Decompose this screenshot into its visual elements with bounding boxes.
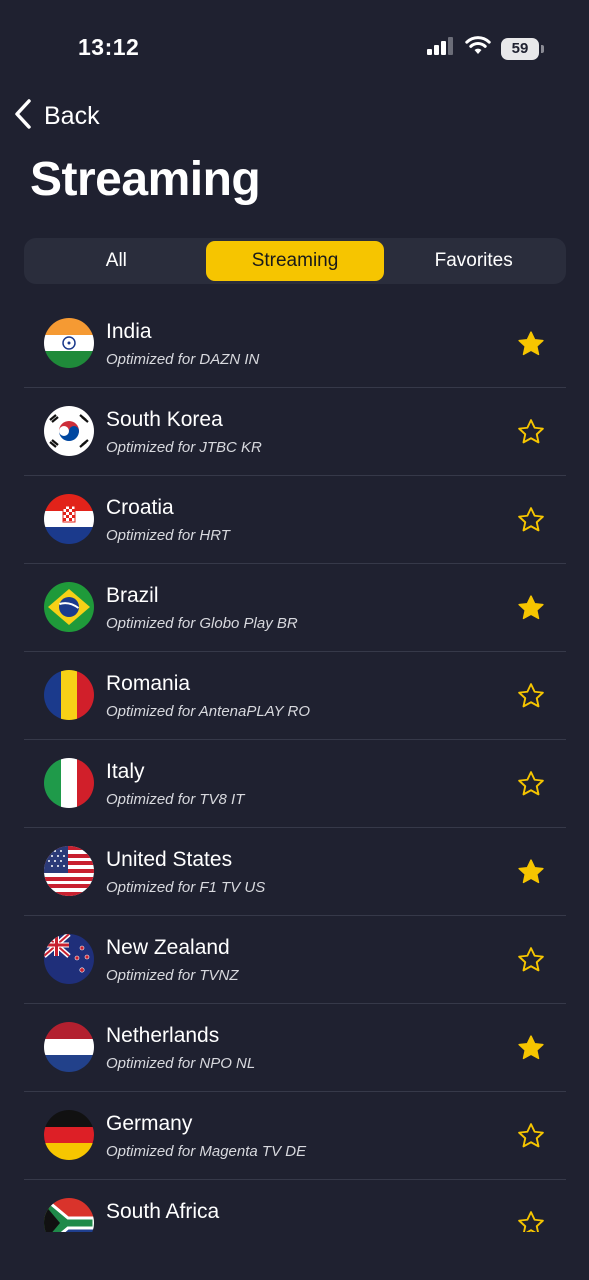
status-icons: 59 — [427, 36, 544, 61]
country-name: South Africa — [106, 1200, 220, 1223]
status-bar: 13:12 59 — [0, 0, 589, 96]
country-name: Brazil — [106, 584, 159, 607]
star-filled-icon[interactable] — [516, 329, 546, 359]
star-filled-icon[interactable] — [516, 857, 546, 887]
united-states-flag-icon — [44, 846, 94, 896]
country-row-new-zealand[interactable]: New Zealand Optimized for TVNZ — [24, 916, 566, 1004]
country-name: Italy — [106, 760, 145, 783]
country-row-south-africa[interactable]: South Africa — [24, 1180, 566, 1232]
battery-icon: 59 — [501, 37, 544, 60]
country-subtitle: Optimized for DAZN IN — [106, 351, 260, 368]
croatia-flag-icon — [44, 494, 94, 544]
south-africa-flag-icon — [44, 1198, 94, 1232]
india-flag-icon — [44, 318, 94, 368]
star-outline-icon[interactable] — [516, 1209, 546, 1232]
country-row-germany[interactable]: Germany Optimized for Magenta TV DE — [24, 1092, 566, 1180]
back-button[interactable]: Back — [12, 96, 100, 136]
country-row-romania[interactable]: Romania Optimized for AntenaPLAY RO — [24, 652, 566, 740]
country-row-croatia[interactable]: Croatia Optimized for HRT — [24, 476, 566, 564]
country-subtitle: Optimized for NPO NL — [106, 1055, 256, 1072]
star-outline-icon[interactable] — [516, 505, 546, 535]
star-outline-icon[interactable] — [516, 1121, 546, 1151]
country-subtitle: Optimized for TV8 IT — [106, 791, 245, 808]
star-filled-icon[interactable] — [516, 593, 546, 623]
country-row-india[interactable]: India Optimized for DAZN IN — [24, 300, 566, 388]
tab-favorites[interactable]: Favorites — [384, 241, 563, 281]
country-name: Croatia — [106, 496, 174, 519]
netherlands-flag-icon — [44, 1022, 94, 1072]
country-subtitle: Optimized for F1 TV US — [106, 879, 266, 896]
country-subtitle: Optimized for Magenta TV DE — [106, 1143, 307, 1160]
page-title: Streaming — [30, 153, 261, 206]
wifi-icon — [465, 36, 491, 61]
country-list: India Optimized for DAZN IN South Korea … — [24, 300, 566, 1232]
country-name: South Korea — [106, 408, 223, 431]
country-name: Netherlands — [106, 1024, 220, 1047]
country-row-italy[interactable]: Italy Optimized for TV8 IT — [24, 740, 566, 828]
back-label: Back — [44, 101, 100, 130]
country-name: Romania — [106, 672, 191, 695]
country-subtitle: Optimized for Globo Play BR — [106, 615, 298, 632]
country-name: New Zealand — [106, 936, 230, 959]
country-name: United States — [106, 848, 233, 871]
star-outline-icon[interactable] — [516, 945, 546, 975]
country-row-brazil[interactable]: Brazil Optimized for Globo Play BR — [24, 564, 566, 652]
country-name: India — [106, 320, 152, 343]
filter-tabs: All Streaming Favorites — [24, 238, 566, 284]
country-subtitle: Optimized for TVNZ — [106, 967, 239, 984]
star-filled-icon[interactable] — [516, 1033, 546, 1063]
new-zealand-flag-icon — [44, 934, 94, 984]
star-outline-icon[interactable] — [516, 417, 546, 447]
tab-streaming[interactable]: Streaming — [205, 241, 385, 281]
country-row-united-states[interactable]: United States Optimized for F1 TV US — [24, 828, 566, 916]
tab-all[interactable]: All — [27, 241, 206, 281]
italy-flag-icon — [44, 758, 94, 808]
germany-flag-icon — [44, 1110, 94, 1160]
country-subtitle: Optimized for JTBC KR — [106, 439, 262, 456]
country-subtitle: Optimized for AntenaPLAY RO — [106, 703, 310, 720]
romania-flag-icon — [44, 670, 94, 720]
brazil-flag-icon — [44, 582, 94, 632]
country-row-netherlands[interactable]: Netherlands Optimized for NPO NL — [24, 1004, 566, 1092]
star-outline-icon[interactable] — [516, 769, 546, 799]
south-korea-flag-icon — [44, 406, 94, 456]
cellular-signal-icon — [427, 37, 455, 60]
chevron-left-icon — [12, 98, 34, 135]
country-name: Germany — [106, 1112, 193, 1135]
status-time: 13:12 — [78, 34, 140, 60]
star-outline-icon[interactable] — [516, 681, 546, 711]
country-row-south-korea[interactable]: South Korea Optimized for JTBC KR — [24, 388, 566, 476]
country-subtitle: Optimized for HRT — [106, 527, 230, 544]
